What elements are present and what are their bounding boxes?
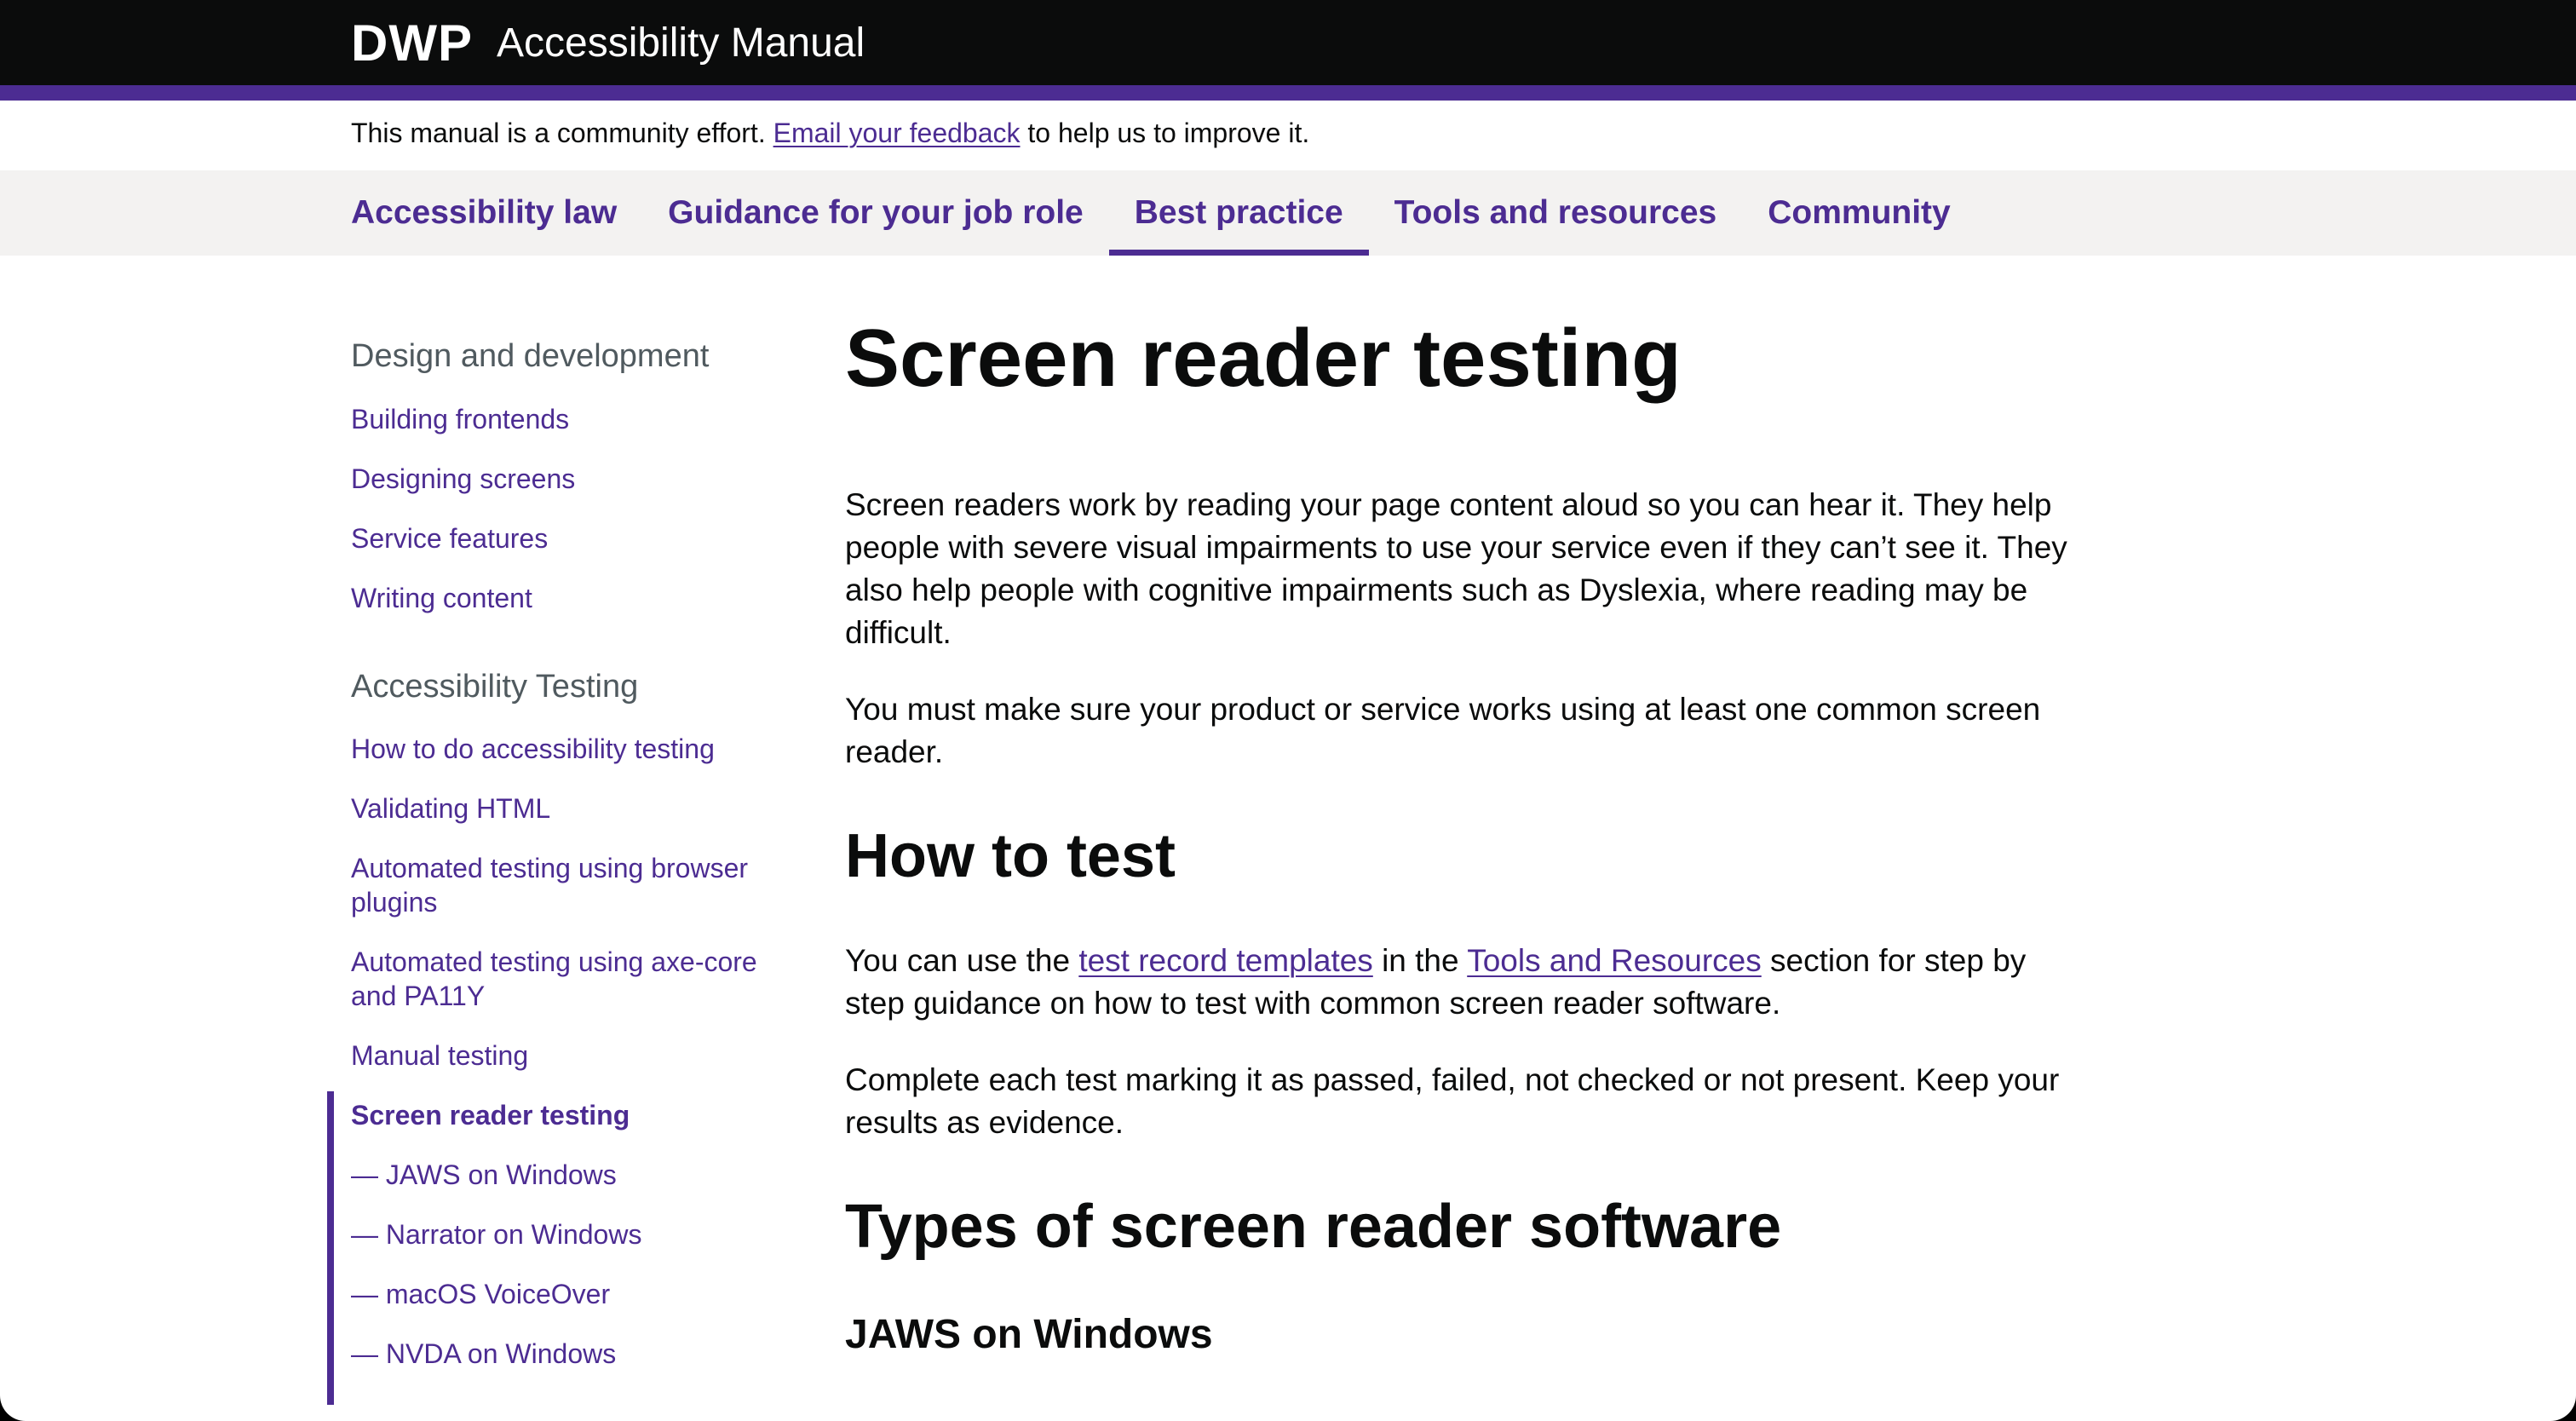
jaws-on-windows-heading: JAWS on Windows bbox=[845, 1311, 1213, 1357]
page: DWP Accessibility Manual This manual is … bbox=[0, 0, 2576, 1421]
sidebar-sublink-macos-voiceover[interactable]: — macOS VoiceOver bbox=[351, 1277, 777, 1311]
sidebar: Design and development Building frontend… bbox=[327, 337, 777, 1406]
sidebar-link-manual-testing[interactable]: Manual testing bbox=[351, 1038, 777, 1073]
nav-item-guidance-for-job-role[interactable]: Guidance for your job role bbox=[642, 170, 1109, 256]
sidebar-link-designing-screens[interactable]: Designing screens bbox=[351, 462, 777, 496]
nav-item-tools-and-resources[interactable]: Tools and resources bbox=[1369, 170, 1743, 256]
sidebar-link-automated-testing-browser-plugins[interactable]: Automated testing using browser plugins bbox=[351, 851, 777, 919]
sidebar-link-building-frontends[interactable]: Building frontends bbox=[351, 402, 777, 436]
sidebar-sublink-narrator-on-windows[interactable]: — Narrator on Windows bbox=[351, 1217, 777, 1251]
intro-paragraph-1: Screen readers work by reading your page… bbox=[845, 486, 2067, 650]
sidebar-sublink-nvda-on-windows[interactable]: — NVDA on Windows bbox=[351, 1337, 777, 1371]
sidebar-link-validating-html[interactable]: Validating HTML bbox=[351, 791, 777, 826]
how-text-2: in the bbox=[1382, 942, 1459, 978]
nav-item-accessibility-law[interactable]: Accessibility law bbox=[351, 170, 642, 256]
how-to-test-heading: How to test bbox=[845, 821, 1176, 890]
intro-paragraph-2: You must make sure your product or servi… bbox=[845, 691, 2041, 769]
brand[interactable]: DWP Accessibility Manual bbox=[351, 12, 865, 73]
types-of-screen-reader-heading: Types of screen reader software bbox=[845, 1192, 1782, 1261]
tools-and-resources-link[interactable]: Tools and Resources bbox=[1467, 943, 1762, 978]
sidebar-link-screen-reader-testing[interactable]: Screen reader testing bbox=[351, 1098, 777, 1132]
site-header: DWP Accessibility Manual bbox=[0, 0, 2576, 85]
sidebar-current-group: Screen reader testing — JAWS on Windows … bbox=[327, 1091, 777, 1406]
sidebar-heading-accessibility-testing: Accessibility Testing bbox=[351, 668, 639, 705]
header-stripe bbox=[0, 85, 2576, 101]
feedback-text-before: This manual is a community effort. bbox=[351, 118, 766, 148]
dwp-logo: DWP bbox=[351, 14, 473, 72]
test-record-templates-link[interactable]: test record templates bbox=[1078, 943, 1372, 978]
nav-item-community[interactable]: Community bbox=[1742, 170, 1976, 256]
main-nav: Accessibility law Guidance for your job … bbox=[0, 170, 2576, 256]
site-title: Accessibility Manual bbox=[496, 20, 865, 66]
email-feedback-link[interactable]: Email your feedback bbox=[773, 118, 1021, 148]
how-text-1: You can use the bbox=[845, 942, 1071, 978]
nav-item-best-practice[interactable]: Best practice bbox=[1108, 170, 1369, 256]
feedback-banner: This manual is a community effort. Email… bbox=[351, 118, 1309, 155]
sidebar-link-automated-testing-axe-core[interactable]: Automated testing using axe-core and PA1… bbox=[351, 945, 777, 1013]
current-section-indicator bbox=[327, 1091, 334, 1406]
how-to-test-paragraph-1: You can use the test record templates in… bbox=[845, 940, 2089, 1025]
nav-list: Accessibility law Guidance for your job … bbox=[351, 170, 1976, 256]
feedback-text-after: to help us to improve it. bbox=[1027, 118, 1310, 148]
sidebar-heading-design-and-development: Design and development bbox=[351, 338, 710, 374]
page-title: Screen reader testing bbox=[845, 313, 1682, 404]
sidebar-link-writing-content[interactable]: Writing content bbox=[351, 581, 777, 615]
sidebar-link-how-to-do-accessibility-testing[interactable]: How to do accessibility testing bbox=[351, 732, 777, 766]
sidebar-link-service-features[interactable]: Service features bbox=[351, 521, 777, 555]
main-content: Screen reader testing Screen readers wor… bbox=[845, 314, 2089, 1360]
how-to-test-paragraph-2: Complete each test marking it as passed,… bbox=[845, 1061, 2060, 1140]
sidebar-sublink-jaws-on-windows[interactable]: — JAWS on Windows bbox=[351, 1158, 777, 1192]
